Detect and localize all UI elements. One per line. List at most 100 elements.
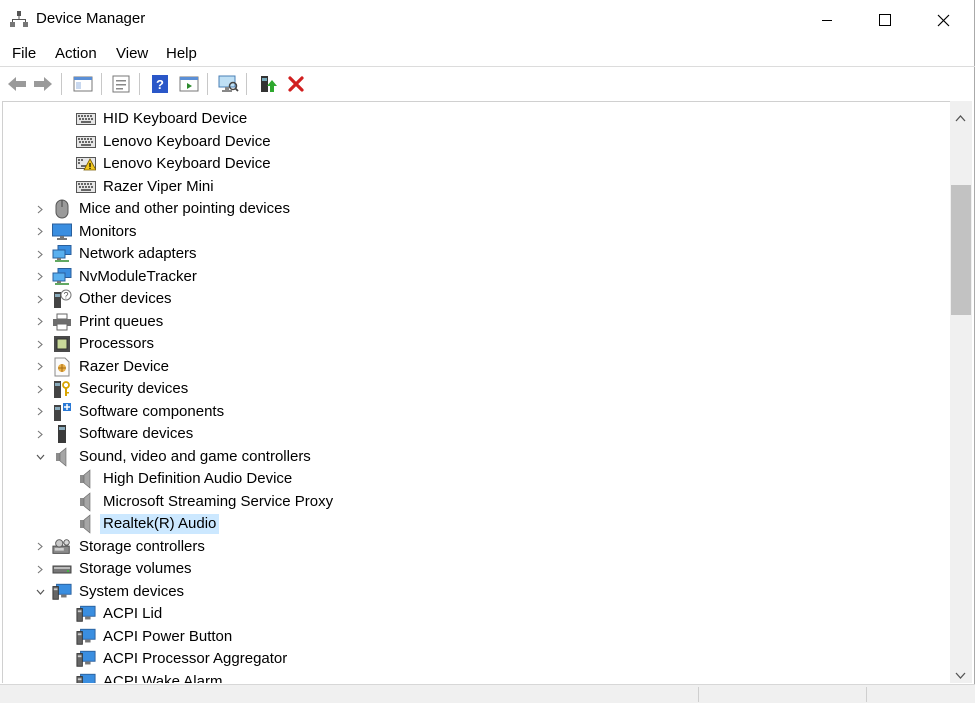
minimize-button[interactable] [798,0,856,40]
expand-chevron-right-icon[interactable] [35,311,45,333]
expand-chevron-right-icon[interactable] [35,333,45,355]
device-category[interactable]: Storage volumes [52,558,195,580]
speaker-icon [76,514,96,534]
device-item-label: ACPI Processor Aggregator [103,650,288,667]
status-divider [866,687,867,702]
expand-chevron-right-icon[interactable] [35,558,45,580]
device-item-label: Realtek(R) Audio [100,514,220,534]
device-category[interactable]: Security devices [52,378,191,400]
device-category[interactable]: Storage controllers [52,536,208,558]
uninstall-device-icon[interactable] [284,72,308,96]
action-pane-icon[interactable] [177,72,201,96]
expand-chevron-down-icon[interactable] [35,581,45,603]
status-divider [698,687,699,702]
device-item[interactable]: Lenovo Keyboard Device [76,131,274,153]
scroll-down-arrow[interactable] [955,667,966,683]
device-item-label: Lenovo Keyboard Device [103,132,271,150]
device-item-label: Microsoft Streaming Service Proxy [103,492,334,510]
device-item[interactable]: ACPI Processor Aggregator [76,648,290,670]
close-button[interactable] [914,0,972,40]
device-category[interactable]: Monitors [52,221,140,243]
device-item[interactable]: High Definition Audio Device [76,468,295,490]
device-item[interactable]: Lenovo Keyboard Device [76,153,274,175]
device-item[interactable]: Microsoft Streaming Service Proxy [76,491,336,513]
device-manager-window: Device Manager File Action View Help ? H… [0,0,975,703]
menu-view[interactable]: View [116,45,148,62]
storage-volume-icon [52,559,72,579]
expand-chevron-down-icon[interactable] [35,446,45,468]
toolbar-separator [61,73,62,95]
storage-controller-icon [52,537,72,557]
device-item[interactable]: ACPI Wake Alarm [76,671,225,683]
device-item[interactable]: ACPI Lid [76,603,165,625]
help-icon[interactable]: ? [148,72,172,96]
device-category-label: Print queues [79,312,164,330]
device-category[interactable]: Mice and other pointing devices [52,198,293,220]
device-category-label: Security devices [79,380,189,397]
device-category[interactable]: Print queues [52,311,166,333]
expand-chevron-right-icon[interactable] [35,356,45,378]
vertical-scrollbar[interactable] [950,101,972,683]
menu-file[interactable]: File [12,45,36,62]
forward-icon[interactable] [31,72,55,96]
device-category[interactable]: Sound, video and game controllers [52,446,314,468]
device-item-label: HID Keyboard Device [103,110,248,127]
expand-chevron-right-icon[interactable] [35,401,45,423]
monitor-icon [52,222,72,242]
device-tree[interactable]: HID Keyboard Device Lenovo Keyboard Devic… [2,101,950,683]
scroll-thumb[interactable] [951,185,971,315]
toolbar-separator [246,73,247,95]
scan-hardware-changes-icon[interactable] [216,72,240,96]
keyboard-icon [76,132,96,152]
menu-action[interactable]: Action [55,45,97,62]
device-item-label: Razer Viper Mini [103,177,214,195]
device-category[interactable]: System devices [52,581,187,603]
toolbar-separator [207,73,208,95]
expand-chevron-right-icon[interactable] [35,243,45,265]
expand-chevron-right-icon[interactable] [35,198,45,220]
device-item[interactable]: ACPI Power Button [76,626,235,648]
device-category[interactable]: Razer Device [52,356,172,378]
device-category[interactable]: NvModuleTracker [52,266,200,288]
maximize-button[interactable] [856,0,914,40]
expand-chevron-right-icon[interactable] [35,378,45,400]
device-item[interactable]: HID Keyboard Device [76,108,250,130]
update-driver-icon[interactable] [256,72,280,96]
menu-help[interactable]: Help [166,45,197,62]
speaker-icon [76,469,96,489]
toolbar-separator [101,73,102,95]
device-category-label: Software devices [79,425,194,442]
svg-text:?: ? [63,291,68,301]
device-category[interactable]: Processors [52,333,157,355]
device-category[interactable]: ? Other devices [52,288,175,310]
expand-chevron-right-icon[interactable] [35,288,45,310]
unknown-device-icon: ? [52,289,72,309]
show-hide-console-tree-icon[interactable] [71,72,95,96]
expand-chevron-right-icon[interactable] [35,536,45,558]
device-category-label: Software components [79,402,225,420]
system-device-icon [76,649,96,669]
expand-chevron-right-icon[interactable] [35,423,45,445]
scroll-up-arrow[interactable] [955,109,966,125]
device-category-label: Processors [79,335,155,352]
title-bar[interactable]: Device Manager [0,0,975,40]
device-category[interactable]: Software devices [52,423,196,445]
device-category-label: Network adapters [79,245,197,262]
expand-chevron-right-icon[interactable] [35,266,45,288]
device-category[interactable]: Software components [52,401,227,423]
device-category-label: Mice and other pointing devices [79,200,290,217]
device-category-label: Monitors [79,222,137,240]
device-category-label: Storage controllers [79,537,205,555]
device-item[interactable]: Razer Viper Mini [76,176,217,198]
device-category-label: Other devices [79,290,172,307]
device-category-label: NvModuleTracker [79,267,197,285]
properties-icon[interactable] [109,72,133,96]
back-icon[interactable] [5,72,29,96]
expand-chevron-right-icon[interactable] [35,221,45,243]
network-adapter-icon [52,267,72,287]
software-component-icon [52,402,72,422]
device-item[interactable]: Realtek(R) Audio [76,513,220,535]
device-category[interactable]: Network adapters [52,243,200,265]
status-bar [0,684,975,703]
device-item-label: Lenovo Keyboard Device [103,155,271,172]
